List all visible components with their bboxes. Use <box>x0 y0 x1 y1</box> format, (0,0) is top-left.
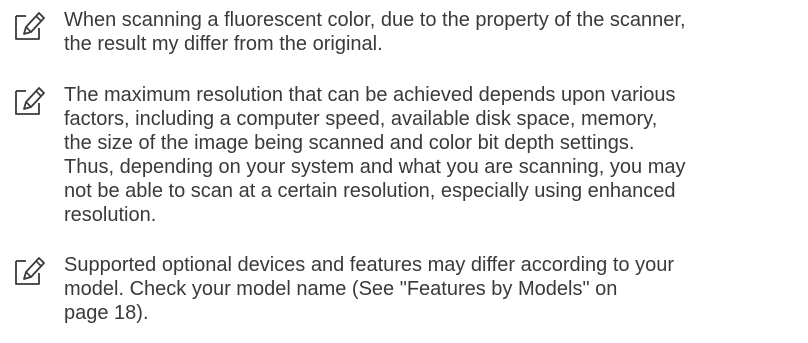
note-pencil-icon <box>12 254 46 288</box>
note-text: When scanning a fluorescent color, due t… <box>64 9 686 55</box>
note-pencil-icon <box>12 9 46 43</box>
note-text: Supported optional devices and features … <box>64 254 674 324</box>
note-text: The maximum resolution that can be achie… <box>64 84 686 226</box>
note-pencil-icon <box>12 84 46 118</box>
